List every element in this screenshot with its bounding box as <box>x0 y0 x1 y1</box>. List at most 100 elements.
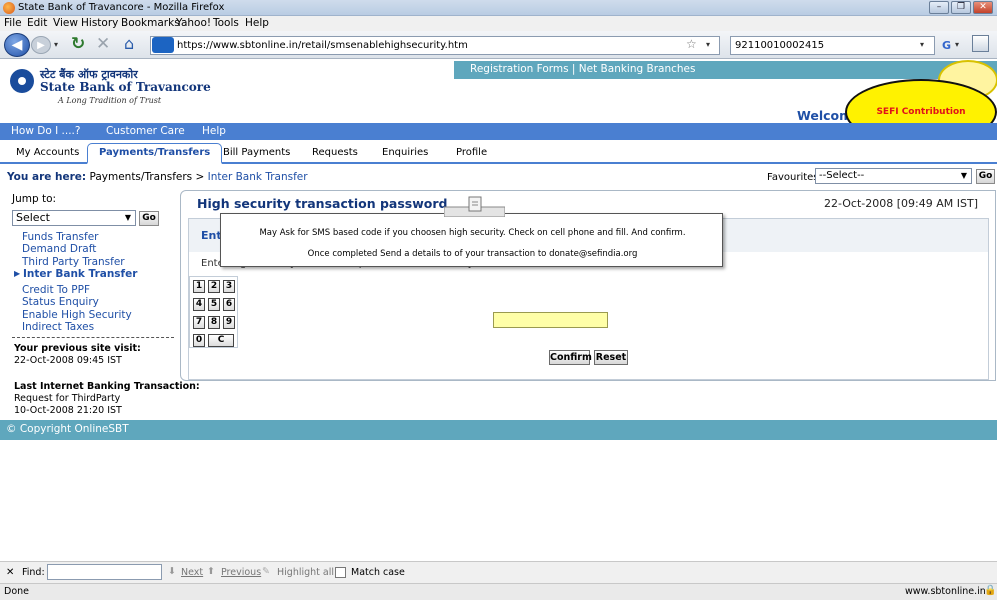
keypad-key-clear[interactable]: C <box>208 334 234 347</box>
history-dropdown-icon[interactable]: ▾ <box>54 40 58 49</box>
tab-bar: My Accounts Payments/Transfers Bill Paym… <box>0 140 997 164</box>
keypad-key-3[interactable]: 3 <box>223 280 235 293</box>
page-title: High security transaction password <box>197 196 448 211</box>
stop-icon[interactable]: ✕ <box>96 34 110 54</box>
url-dropdown-icon[interactable]: ▾ <box>706 40 710 49</box>
menu-edit[interactable]: Edit <box>27 17 47 29</box>
keypad-key-8[interactable]: 8 <box>208 316 220 329</box>
nav-customer-care[interactable]: Customer Care <box>106 125 185 137</box>
sidebar-link-third-party-transfer[interactable]: Third Party Transfer <box>22 256 125 268</box>
minimize-button[interactable]: – <box>929 1 949 14</box>
tab-requests[interactable]: Requests <box>312 147 358 158</box>
keypad-key-4[interactable]: 4 <box>193 298 205 311</box>
search-engine-dropdown-icon[interactable]: ▾ <box>955 40 959 49</box>
previous-visit-label: Your previous site visit: <box>14 343 141 354</box>
highlight-all-button[interactable]: Highlight all <box>277 567 334 578</box>
menu-view[interactable]: View <box>53 17 78 29</box>
sidebar-link-inter-bank-transfer[interactable]: Inter Bank Transfer <box>23 268 137 280</box>
sidebar-link-demand-draft[interactable]: Demand Draft <box>22 243 96 255</box>
find-next-button[interactable]: Next <box>181 567 203 578</box>
jump-selected: Select <box>16 211 50 224</box>
last-transaction-type: Request for ThirdParty <box>14 393 121 404</box>
welcome-text: Welcom <box>797 108 853 123</box>
highlight-icon: ✎ <box>262 566 270 577</box>
sidebar-link-status-enquiry[interactable]: Status Enquiry <box>22 296 99 308</box>
favourites-go-button[interactable]: Go <box>976 169 995 184</box>
bank-tagline: A Long Tradition of Trust <box>58 96 162 105</box>
search-dropdown-icon[interactable]: ▾ <box>920 40 924 49</box>
menu-bookmarks[interactable]: Bookmarks <box>121 17 180 29</box>
find-input[interactable] <box>47 564 162 580</box>
firefox-icon <box>3 2 15 14</box>
home-icon[interactable]: ⌂ <box>124 34 134 53</box>
menu-history[interactable]: History <box>81 17 118 29</box>
tab-enquiries[interactable]: Enquiries <box>382 147 428 158</box>
window-title: State Bank of Travancore - Mozilla Firef… <box>18 2 225 13</box>
bookmark-star-icon[interactable]: ☆ <box>686 37 697 51</box>
annotation-popup: May Ask for SMS based code if you choose… <box>220 213 723 267</box>
sidebar-link-enable-high-security[interactable]: Enable High Security <box>22 309 132 321</box>
keypad-key-0[interactable]: 0 <box>193 334 205 347</box>
status-domain: www.sbtonline.in <box>905 586 986 597</box>
favourites-select[interactable]: --Select-- ▼ <box>815 168 972 184</box>
nav-help[interactable]: Help <box>202 125 226 137</box>
menu-file[interactable]: File <box>4 17 22 29</box>
tab-bill-payments[interactable]: Bill Payments <box>223 147 290 158</box>
bank-name: State Bank of Travancore <box>40 80 211 94</box>
jump-go-button[interactable]: Go <box>139 211 159 226</box>
keypad-key-5[interactable]: 5 <box>208 298 220 311</box>
menu-help[interactable]: Help <box>245 17 269 29</box>
close-button[interactable]: ✕ <box>973 1 993 14</box>
nav-how-do-i[interactable]: How Do I ....? <box>11 125 80 137</box>
tab-payments-transfers[interactable]: Payments/Transfers <box>87 143 223 164</box>
jump-to-select[interactable]: Select ▼ <box>12 210 136 226</box>
back-arrow-icon[interactable]: ◀ <box>4 33 30 57</box>
find-label: Find: <box>22 567 45 578</box>
sidebar-divider <box>12 337 174 338</box>
url-bar[interactable]: https://www.sbtonline.in/retail/smsenabl… <box>150 36 720 55</box>
favourites-selected: --Select-- <box>819 170 865 181</box>
breadcrumb-path[interactable]: Payments/Transfers > <box>89 171 204 183</box>
next-arrow-icon: ⬇ <box>168 566 176 577</box>
reset-button[interactable]: Reset <box>594 350 628 365</box>
breadcrumb: You are here: Payments/Transfers > Inter… <box>7 171 308 183</box>
sidebar-link-indirect-taxes[interactable]: Indirect Taxes <box>22 321 94 333</box>
top-links[interactable]: Registration Forms | Net Banking Branche… <box>454 61 997 79</box>
close-find-icon[interactable]: ✕ <box>6 567 14 578</box>
navigation-toolbar: ◀ ▶ ▾ ↻ ✕ ⌂ https://www.sbtonline.in/ret… <box>0 31 997 59</box>
tab-profile[interactable]: Profile <box>456 147 487 158</box>
sidebar-link-credit-to-ppf[interactable]: Credit To PPF <box>22 284 90 296</box>
match-case-label: Match case <box>351 567 405 578</box>
top-navigation: How Do I ....? Customer Care Help <box>0 123 997 140</box>
keypad-key-9[interactable]: 9 <box>223 316 235 329</box>
forward-arrow-icon[interactable]: ▶ <box>31 36 51 54</box>
popup-grip-icon[interactable] <box>443 196 506 218</box>
chevron-down-icon: ▼ <box>124 213 131 222</box>
favourites-label: Favourites <box>767 172 819 183</box>
keypad-key-7[interactable]: 7 <box>193 316 205 329</box>
sbt-logo-hole <box>18 77 26 85</box>
keypad-key-6[interactable]: 6 <box>223 298 235 311</box>
fullscreen-icon[interactable] <box>972 35 989 52</box>
tab-my-accounts[interactable]: My Accounts <box>16 147 79 158</box>
confirm-button[interactable]: Confirm <box>549 350 592 365</box>
menu-bar: File Edit View History Bookmarks Yahoo! … <box>0 16 997 31</box>
search-engine-icon[interactable]: G <box>942 39 951 52</box>
reload-icon[interactable]: ↻ <box>71 34 85 54</box>
menu-yahoo[interactable]: Yahoo! <box>176 17 211 29</box>
breadcrumb-current: Inter Bank Transfer <box>207 171 308 183</box>
keypad-key-1[interactable]: 1 <box>193 280 205 293</box>
search-input[interactable]: 92110010002415 <box>730 36 935 55</box>
match-case-checkbox[interactable] <box>335 567 346 578</box>
arrow-right-icon: ▶ <box>14 269 21 278</box>
sidebar-link-funds-transfer[interactable]: Funds Transfer <box>22 231 98 243</box>
lock-icon[interactable]: 🔒 <box>984 585 996 596</box>
password-input[interactable] <box>493 312 608 328</box>
site-identity-icon[interactable] <box>152 37 174 53</box>
chevron-down-icon: ▼ <box>960 171 967 180</box>
keypad-key-2[interactable]: 2 <box>208 280 220 293</box>
copyright-bar: © Copyright OnlineSBT <box>0 420 997 440</box>
menu-tools[interactable]: Tools <box>213 17 239 29</box>
find-previous-button[interactable]: Previous <box>221 567 261 578</box>
maximize-button[interactable]: ❐ <box>951 1 971 14</box>
